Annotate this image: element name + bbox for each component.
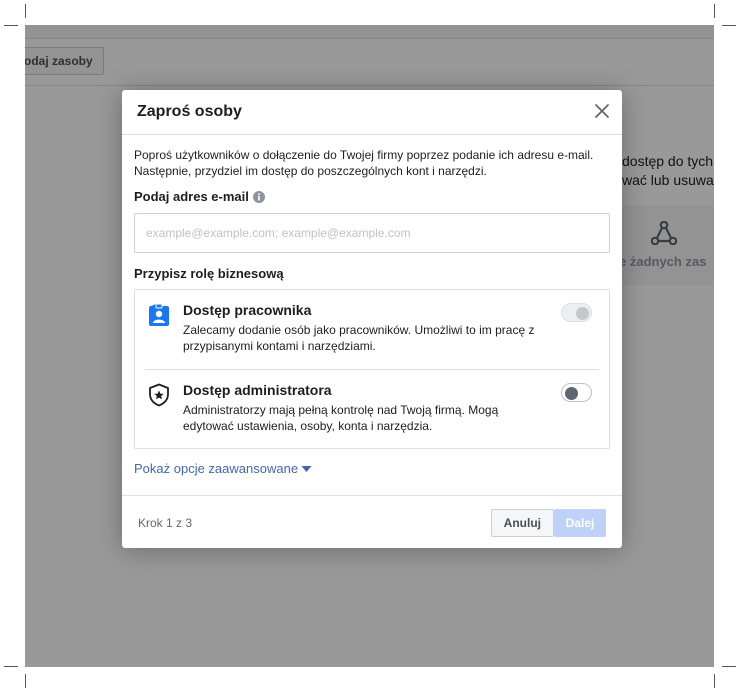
role-list: Dostęp pracownika Zalecamy dodanie osób …: [134, 289, 610, 449]
admin-shield-icon: [149, 383, 169, 407]
employee-badge-icon: [149, 303, 169, 326]
dialog-body: Poproś użytkowników o dołączenie do Twoj…: [122, 135, 622, 478]
role-option-employee[interactable]: Dostęp pracownika Zalecamy dodanie osób …: [135, 290, 609, 369]
employee-access-toggle[interactable]: [561, 303, 592, 322]
advanced-options-label: Pokaż opcje zaawansowane: [134, 461, 299, 476]
intro-text: Poproś użytkowników o dołączenie do Twoj…: [134, 148, 594, 178]
info-icon[interactable]: [252, 190, 265, 203]
dialog-header: Zaproś osoby: [122, 90, 622, 135]
crop-mark: [714, 4, 715, 18]
dialog-footer: Krok 1 z 3 Anuluj Dalej: [122, 495, 622, 548]
toggle-knob: [565, 387, 578, 400]
role-title: Dostęp pracownika: [183, 302, 312, 318]
crop-mark: [25, 4, 26, 18]
caret-down-icon: [301, 465, 312, 472]
step-indicator: Krok 1 z 3: [138, 516, 193, 530]
toggle-knob: [576, 307, 589, 320]
cancel-button[interactable]: Anuluj: [490, 509, 554, 537]
crop-mark: [4, 666, 18, 667]
role-label: Przypisz rolę biznesową: [134, 266, 284, 281]
crop-mark: [4, 25, 18, 26]
role-option-admin[interactable]: Dostęp administratora Administratorzy ma…: [145, 369, 599, 448]
role-description: Administratorzy mają pełną kontrolę nad …: [183, 403, 499, 433]
close-icon[interactable]: [594, 103, 610, 119]
admin-access-toggle[interactable]: [561, 383, 592, 402]
crop-mark: [722, 666, 736, 667]
show-advanced-options-link[interactable]: Pokaż opcje zaawansowane: [134, 461, 312, 476]
role-title: Dostęp administratora: [183, 382, 332, 398]
email-label-row: Podaj adres e-mail: [134, 189, 610, 204]
email-input[interactable]: [134, 213, 610, 253]
crop-mark: [25, 674, 26, 688]
crop-mark: [714, 674, 715, 688]
next-button[interactable]: Dalej: [554, 509, 606, 537]
email-label: Podaj adres e-mail: [134, 189, 249, 204]
crop-mark: [722, 25, 736, 26]
role-description: Zalecamy dodanie osób jako pracowników. …: [183, 323, 535, 353]
dialog-title: Zaproś osoby: [137, 103, 242, 120]
invite-people-dialog: Zaproś osoby Poproś użytkowników o dołąc…: [122, 90, 622, 548]
